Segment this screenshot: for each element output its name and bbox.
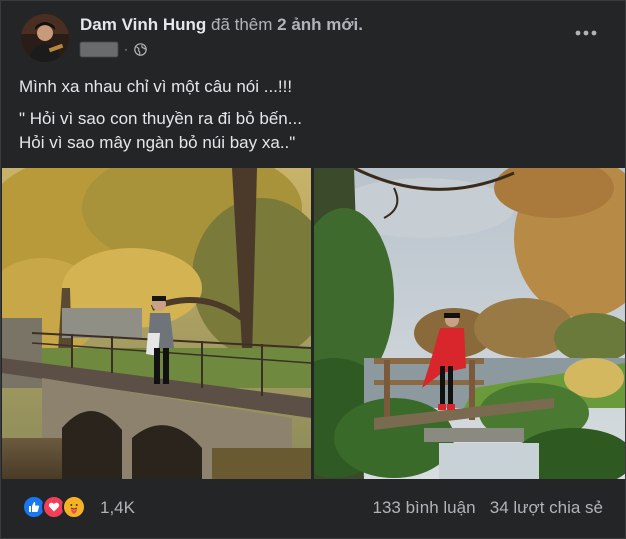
comments-count[interactable]: 133 bình luận (373, 498, 476, 517)
post-timestamp-redacted[interactable] (80, 41, 118, 57)
caption-line-2: " Hỏi vì sao con thuyền ra đi bỏ bến... (19, 109, 302, 128)
care-icon (62, 495, 86, 519)
post-action: đã thêm (210, 15, 273, 34)
author-name[interactable]: Dam Vinh Hung (80, 15, 206, 34)
post-header: Dam Vinh Hung đã thêm 2 ảnh mới. (80, 15, 363, 35)
meta-separator: · (124, 42, 128, 56)
reaction-count[interactable]: 1,4K (100, 498, 135, 518)
caption-line-3: Hỏi vì sao mây ngàn bỏ núi bay xa.." (19, 133, 296, 152)
caption-line-1: Mình xa nhau chỉ vì một câu nói ...!!! (19, 77, 293, 96)
globe-icon[interactable] (134, 42, 147, 56)
post-photo-2[interactable] (314, 168, 625, 479)
post-meta: · (80, 41, 147, 57)
shares-count[interactable]: 34 lượt chia sẻ (490, 498, 603, 517)
post-card: Dam Vinh Hung đã thêm 2 ảnh mới. · Mình … (0, 0, 626, 539)
more-horizontal-icon[interactable] (573, 23, 599, 43)
reaction-icons[interactable] (22, 495, 86, 519)
engagement-stats: 133 bình luận 34 lượt chia sẻ (373, 498, 604, 518)
author-avatar[interactable] (21, 14, 69, 62)
photo-count[interactable]: 2 ảnh mới. (277, 15, 363, 34)
post-photo-1[interactable] (2, 168, 311, 479)
